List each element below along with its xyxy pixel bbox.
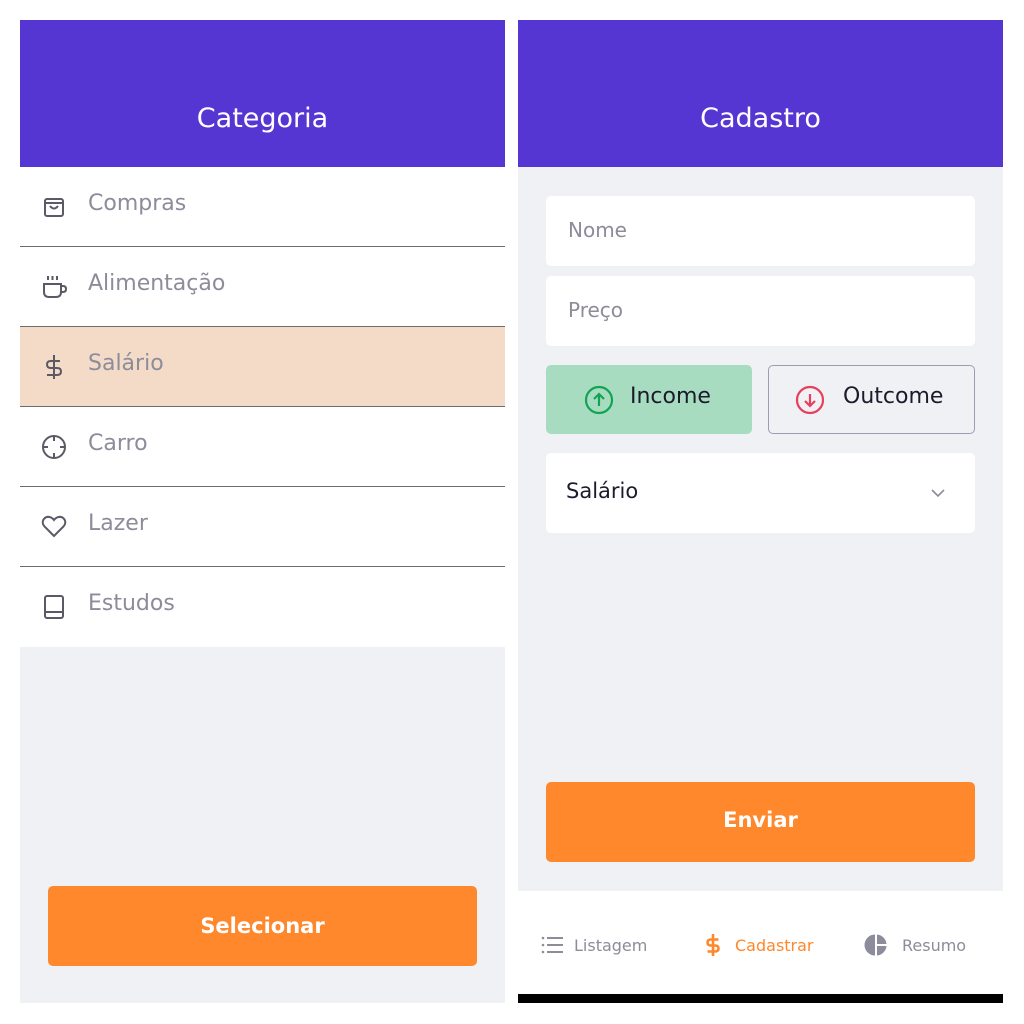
dollar-icon (706, 934, 720, 956)
category-select-value: Salário (566, 479, 639, 503)
category-title: Categoria (196, 103, 329, 134)
category-item-lazer[interactable]: Lazer (20, 487, 505, 567)
outcome-button[interactable]: Outcome (768, 365, 975, 434)
register-header: Cadastro (518, 20, 1003, 167)
register-title: Cadastro (700, 103, 821, 134)
income-button[interactable]: Income (546, 365, 752, 434)
shopping-bag-icon (44, 198, 64, 217)
pie-chart-icon (864, 934, 887, 956)
dollar-icon (45, 355, 63, 379)
category-item-estudos[interactable]: Estudos (20, 567, 505, 647)
select-button[interactable]: Selecionar (48, 886, 477, 966)
outcome-label: Outcome (843, 384, 944, 409)
tab-cadastrar-label: Cadastrar (735, 936, 814, 955)
category-select[interactable]: Salário (546, 453, 975, 533)
category-label: Alimentação (88, 271, 226, 296)
tab-resumo-label: Resumo (902, 936, 967, 955)
category-label: Estudos (88, 591, 175, 616)
category-header: Categoria (20, 20, 505, 167)
crosshair-icon (42, 435, 66, 459)
category-label: Lazer (88, 511, 148, 536)
category-label: Salário (88, 351, 164, 376)
category-label: Compras (88, 191, 187, 216)
book-icon (44, 595, 64, 619)
income-label: Income (630, 384, 711, 409)
tab-listagem-label: Listagem (574, 936, 648, 955)
register-screen: Cadastro Nome Preço Income Outcome Salár… (518, 20, 1003, 1003)
arrow-down-circle-icon (795, 385, 825, 415)
system-navigation-bar (518, 994, 1003, 1003)
category-screen: Categoria Compras Alimentação Salário Ca… (20, 20, 505, 1003)
price-placeholder: Preço (568, 298, 624, 322)
category-list: Compras Alimentação Salário Carro Lazer … (20, 167, 505, 647)
category-item-carro[interactable]: Carro (20, 407, 505, 487)
list-icon (541, 936, 563, 954)
heart-icon (41, 515, 67, 538)
chevron-down-icon (931, 489, 945, 498)
category-item-alimentacao[interactable]: Alimentação (20, 247, 505, 327)
name-placeholder: Nome (568, 218, 627, 242)
category-item-salario[interactable]: Salário (20, 327, 505, 407)
category-item-compras[interactable]: Compras (20, 167, 505, 247)
arrow-up-circle-icon (584, 385, 614, 415)
submit-button[interactable]: Enviar (546, 782, 975, 862)
tab-bar: Listagem Cadastrar Resumo (518, 891, 1003, 994)
name-input[interactable]: Nome (546, 196, 975, 266)
price-input[interactable]: Preço (546, 276, 975, 346)
category-label: Carro (88, 431, 148, 456)
coffee-icon (43, 276, 68, 298)
